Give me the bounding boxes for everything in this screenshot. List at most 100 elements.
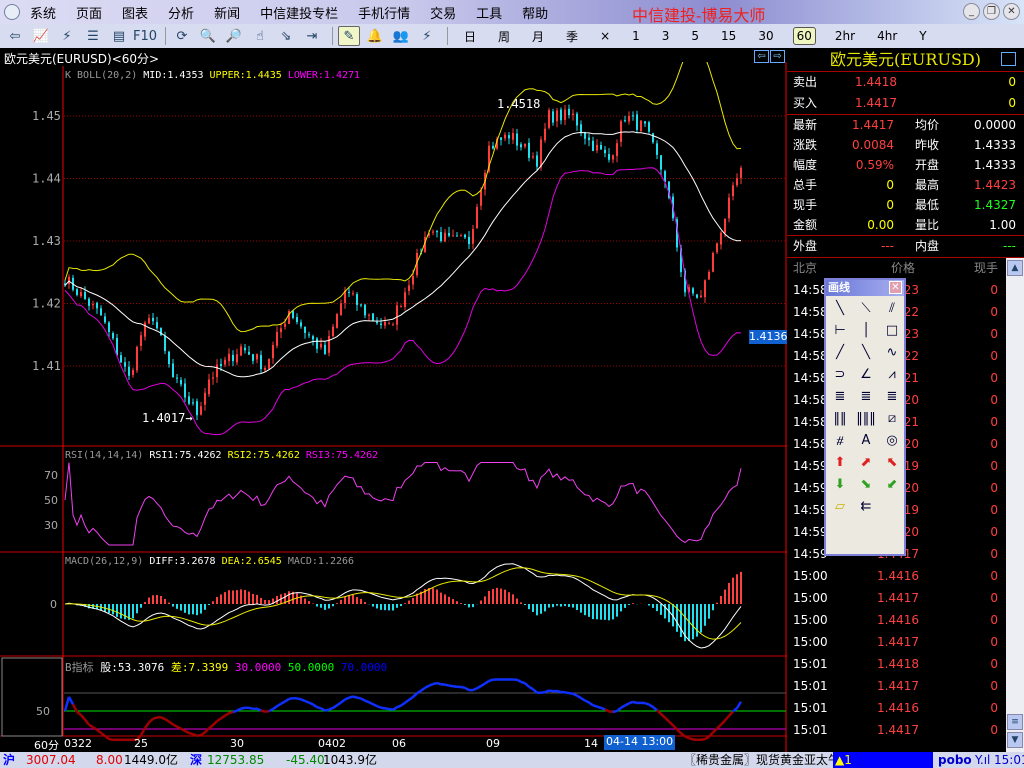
period-Y[interactable]: Y xyxy=(916,28,929,44)
signal-icon: Y.ıl xyxy=(975,753,991,767)
period-日[interactable]: 日 xyxy=(461,27,479,46)
zoom-out-icon[interactable]: 🔎 xyxy=(223,26,245,46)
toolbox-title: 画线 xyxy=(828,281,850,294)
import-icon[interactable]: ⇥ xyxy=(301,26,323,46)
candle-body xyxy=(508,135,510,139)
channel-icon[interactable]: ⧄ xyxy=(879,407,905,429)
candle-body xyxy=(216,364,218,378)
hline-icon[interactable]: ⊢ xyxy=(827,319,853,341)
close-button[interactable]: ✕ xyxy=(1003,3,1020,20)
period-季[interactable]: 季 xyxy=(563,27,581,46)
menu-item-3[interactable]: 分析 xyxy=(168,3,194,22)
quote-label: 量比 xyxy=(915,218,940,232)
refresh-icon[interactable]: ⟳ xyxy=(171,26,193,46)
vline-icon[interactable]: │ xyxy=(853,319,879,341)
gold-icon[interactable]: ≣ xyxy=(827,385,853,407)
ray2-icon[interactable]: ╲ xyxy=(853,341,879,363)
b-line-segment xyxy=(624,702,630,707)
hand-icon[interactable]: ☝ xyxy=(249,26,271,46)
zoom-in-icon[interactable]: 🔍 xyxy=(197,26,219,46)
flash-icon[interactable]: ⚡ xyxy=(416,26,438,46)
up-right-arrow-icon[interactable]: ⬈ xyxy=(853,451,879,473)
ray-icon[interactable]: ╱ xyxy=(827,341,853,363)
toolbox-titlebar[interactable]: 画线 ✕ xyxy=(826,280,904,296)
tick-scrollbar[interactable]: ▲ ≡ ▼ xyxy=(1006,258,1024,752)
line-icon[interactable]: ╲ xyxy=(827,297,853,319)
arc-icon[interactable]: ⊃ xyxy=(827,363,853,385)
down-arrow-icon[interactable]: ⬇ xyxy=(827,473,853,495)
menu-item-5[interactable]: 中信建投专栏 xyxy=(260,3,338,22)
b-line-segment xyxy=(380,706,386,710)
news-ticker[interactable]: 〖稀贵金属〗现货黄金亚太午 xyxy=(684,752,834,768)
draw-icon[interactable]: ✎ xyxy=(338,26,360,46)
candle-body xyxy=(580,124,582,133)
kline-icon[interactable]: ⚡ xyxy=(56,26,78,46)
scroll-up-icon[interactable]: ▲ xyxy=(1007,260,1023,276)
period-1[interactable]: 1 xyxy=(629,28,643,44)
scroll-down-icon[interactable]: ▼ xyxy=(1007,732,1023,748)
up-arrow-icon[interactable]: ⬆ xyxy=(827,451,853,473)
pct2-icon[interactable]: ≣ xyxy=(879,385,905,407)
period-15[interactable]: 15 xyxy=(718,28,739,44)
menu-item-2[interactable]: 图表 xyxy=(122,3,148,22)
rect-icon[interactable]: □ xyxy=(879,319,905,341)
regress-icon[interactable]: ⧣ xyxy=(827,429,853,451)
angle-icon[interactable]: ∠ xyxy=(853,363,879,385)
period-30[interactable]: 30 xyxy=(755,28,776,44)
toolbox-close-button[interactable]: ✕ xyxy=(889,281,902,294)
fan-icon[interactable]: ⩘ xyxy=(879,363,905,385)
window-controls: _ ❐ ✕ xyxy=(963,3,1020,20)
menu-item-7[interactable]: 交易 xyxy=(430,3,456,22)
b-line-segment xyxy=(143,721,151,729)
menu-item-9[interactable]: 帮助 xyxy=(522,3,548,22)
b-line-segment xyxy=(348,695,354,699)
menu-item-8[interactable]: 工具 xyxy=(476,3,502,22)
circle-icon[interactable]: ◎ xyxy=(879,429,905,451)
minimize-button[interactable]: _ xyxy=(963,3,980,20)
wave-icon[interactable]: ∿ xyxy=(879,341,905,363)
period-2hr[interactable]: 2hr xyxy=(832,28,858,44)
period-5[interactable]: 5 xyxy=(688,28,702,44)
down-right-arrow-icon[interactable]: ⬊ xyxy=(853,473,879,495)
text-icon[interactable]: A xyxy=(853,429,879,451)
period-60[interactable]: 60 xyxy=(792,27,816,45)
eraser-icon[interactable]: ▱ xyxy=(827,495,853,517)
list-icon[interactable]: ☰ xyxy=(82,26,104,46)
menu-item-4[interactable]: 新闻 xyxy=(214,3,240,22)
segment-icon[interactable]: ⟍ xyxy=(853,297,879,319)
f10-icon[interactable]: F10 xyxy=(133,26,157,46)
candle-body xyxy=(616,143,618,157)
alarm-icon[interactable]: 🔔 xyxy=(364,26,386,46)
date-tick: 25 xyxy=(134,737,148,750)
fib-time-icon[interactable]: ‖‖‖ xyxy=(853,407,879,429)
period-周[interactable]: 周 xyxy=(495,27,513,46)
menu-item-0[interactable]: 系统 xyxy=(30,3,56,22)
menu-item-6[interactable]: 手机行情 xyxy=(358,3,410,22)
back-icon[interactable]: ⇦ xyxy=(4,26,26,46)
menu-item-1[interactable]: 页面 xyxy=(76,3,102,22)
app-logo-icon[interactable] xyxy=(4,4,20,20)
line-chart-icon[interactable]: 📈 xyxy=(30,26,52,46)
window-icon[interactable]: ▤ xyxy=(108,26,130,46)
up-left-arrow-icon[interactable]: ⬉ xyxy=(879,451,905,473)
delete-icon[interactable]: ⇇ xyxy=(853,495,879,517)
scroll-thumb[interactable]: ≡ xyxy=(1007,714,1023,730)
candle-body xyxy=(380,323,382,325)
down-left-arrow-icon[interactable]: ⬋ xyxy=(879,473,905,495)
parallel-icon[interactable]: ⫽ xyxy=(879,297,905,319)
period-4hr[interactable]: 4hr xyxy=(874,28,900,44)
pct-icon[interactable]: ≣ xyxy=(853,385,879,407)
b-line-segment xyxy=(484,679,490,685)
cycle-icon[interactable]: ‖‖ xyxy=(827,407,853,429)
period-×[interactable]: × xyxy=(597,28,613,44)
period-月[interactable]: 月 xyxy=(529,27,547,46)
maximize-icon[interactable] xyxy=(1001,52,1016,66)
b-line-segment xyxy=(200,731,206,737)
users-icon[interactable]: 👥 xyxy=(390,26,412,46)
alert-badge[interactable]: ▲1 xyxy=(833,752,933,768)
period-3[interactable]: 3 xyxy=(659,28,673,44)
restore-button[interactable]: ❐ xyxy=(983,3,1000,20)
chart-canvas[interactable]: 1.41 1.42 1.43 1.44 1.45 1.4518 1.4017→ 30 50 70 0… xyxy=(0,62,787,752)
export-icon[interactable]: ⇘ xyxy=(275,26,297,46)
b-line-segment xyxy=(524,682,530,688)
